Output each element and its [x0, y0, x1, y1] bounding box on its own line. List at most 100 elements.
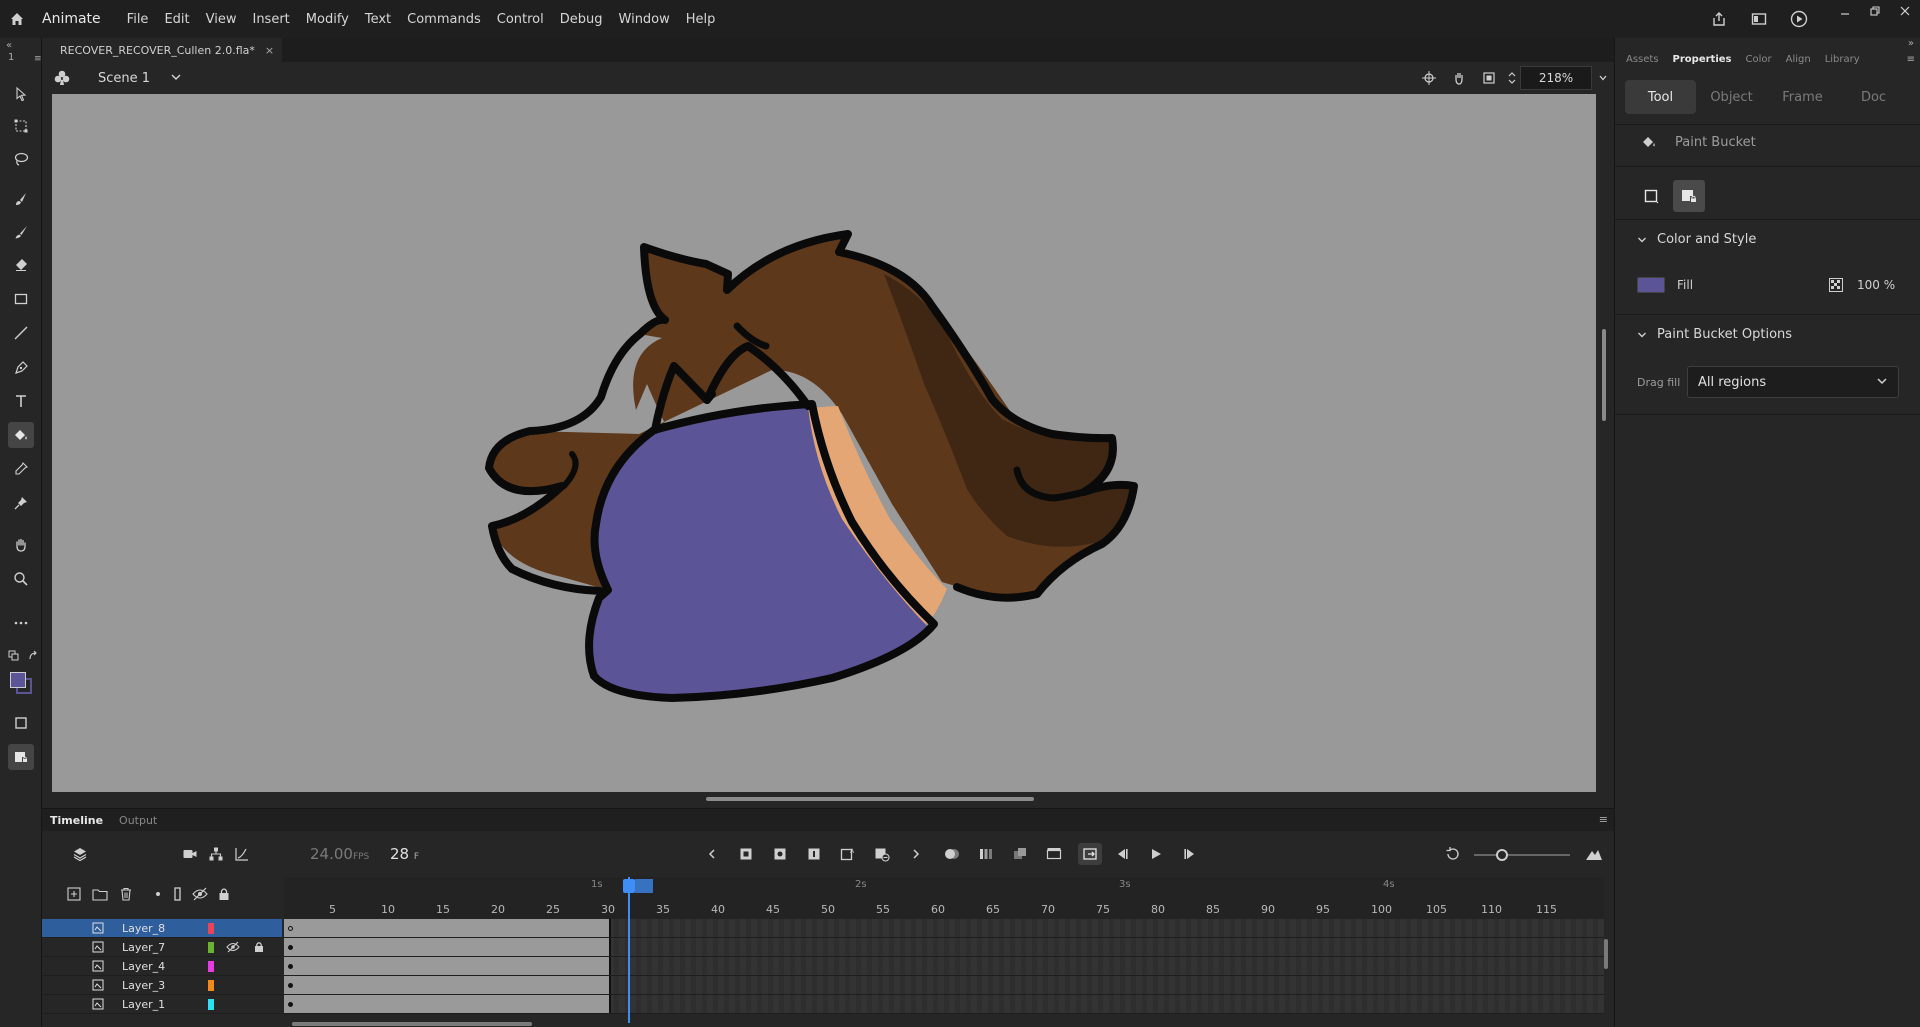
document-tab[interactable]: RECOVER_RECOVER_Cullen 2.0.fla* × [42, 38, 283, 62]
camera-icon[interactable] [178, 843, 202, 865]
rectangle-tool-icon[interactable] [8, 286, 34, 312]
menu-window[interactable]: Window [611, 12, 678, 27]
insert-frame-icon[interactable] [802, 843, 826, 865]
hand-tool-icon[interactable] [8, 532, 34, 558]
menu-modify[interactable]: Modify [298, 12, 357, 27]
more-tools-icon[interactable] [8, 610, 34, 636]
timeline-zoom-max-icon[interactable] [1582, 843, 1606, 865]
menu-edit[interactable]: Edit [156, 12, 197, 27]
bucket-options-title[interactable]: Paint Bucket Options [1657, 327, 1792, 342]
lock-fill-icon[interactable] [8, 744, 34, 770]
keyframe[interactable] [288, 983, 293, 988]
restore-icon[interactable] [1860, 0, 1890, 22]
frame-span[interactable] [284, 995, 611, 1013]
timeline-menu-icon[interactable]: ≡ [1599, 813, 1608, 826]
reset-timeline-zoom-icon[interactable] [1441, 843, 1465, 865]
menu-commands[interactable]: Commands [399, 12, 489, 27]
swap-colors-icon[interactable] [28, 650, 40, 665]
gap-size-icon[interactable] [1635, 180, 1667, 212]
alpha-checker-icon[interactable] [1829, 278, 1843, 295]
layer-parenting-icon[interactable] [204, 843, 228, 865]
tab-align[interactable]: Align [1779, 54, 1818, 65]
scene-dropdown-chevron-icon[interactable] [170, 71, 182, 86]
lasso-tool-icon[interactable] [8, 146, 34, 172]
edit-multiple-frames-icon[interactable] [1008, 843, 1032, 865]
test-movie-icon[interactable] [1784, 0, 1814, 38]
tab-properties[interactable]: Properties [1666, 54, 1739, 65]
panel-menu-icon[interactable]: ≡ [1907, 54, 1915, 65]
remove-frame-icon[interactable] [870, 843, 894, 865]
menu-insert[interactable]: Insert [244, 12, 297, 27]
outline-layers-icon[interactable] [168, 884, 188, 904]
tab-assets[interactable]: Assets [1619, 54, 1666, 65]
eraser-tool-icon[interactable] [8, 252, 34, 278]
loop-playback-icon[interactable] [1078, 843, 1102, 865]
minimize-icon[interactable] [1830, 0, 1860, 22]
previous-keyframe-icon[interactable] [700, 843, 724, 865]
brush-tool-icon[interactable] [8, 219, 34, 245]
menu-text[interactable]: Text [357, 12, 399, 27]
timeline-horizontal-scrollbar[interactable] [292, 1022, 532, 1026]
onion-skin-icon[interactable] [940, 843, 964, 865]
frame-row[interactable] [284, 976, 1604, 995]
layer-color-swatch[interactable] [208, 961, 214, 972]
keyframe[interactable] [288, 1002, 293, 1007]
frame-row[interactable] [284, 919, 1604, 938]
playhead-range-marker[interactable] [635, 879, 653, 893]
color-style-title[interactable]: Color and Style [1657, 232, 1756, 247]
play-icon[interactable] [1144, 843, 1168, 865]
clip-stage-icon[interactable] [1474, 71, 1504, 85]
blank-keyframe[interactable] [288, 926, 293, 931]
timeline-zoom-slider[interactable] [1474, 854, 1570, 856]
layers-icon[interactable] [68, 843, 92, 865]
next-keyframe-icon[interactable] [904, 843, 928, 865]
tab-tool[interactable]: Tool [1625, 80, 1696, 114]
color-style-chevron-icon[interactable] [1637, 234, 1647, 248]
tools-collapse-icon[interactable]: « [6, 40, 12, 51]
tab-frame[interactable]: Frame [1767, 80, 1838, 114]
fps-readout[interactable]: 24.00FPS [310, 845, 369, 863]
highlight-layers-icon[interactable] [148, 884, 168, 904]
layer-color-swatch[interactable] [208, 999, 214, 1010]
object-drawing-icon[interactable] [8, 710, 34, 736]
keyframe[interactable] [288, 964, 293, 969]
graph-icon[interactable] [230, 843, 254, 865]
close-window-icon[interactable] [1890, 0, 1920, 22]
stage-vertical-scrollbar[interactable] [1602, 329, 1606, 421]
new-layer-icon[interactable] [64, 884, 84, 904]
auto-keyframe-icon[interactable]: A [836, 843, 860, 865]
lock-fill-option-icon[interactable] [1673, 180, 1705, 212]
frame-span[interactable] [284, 919, 611, 937]
frame-row[interactable] [284, 957, 1604, 976]
free-transform-tool-icon[interactable] [8, 113, 34, 139]
tab-output[interactable]: Output [111, 814, 165, 827]
home-icon[interactable] [0, 0, 34, 38]
layer-row[interactable]: Layer_7 [42, 938, 282, 957]
scene-icon[interactable] [42, 69, 82, 87]
menu-debug[interactable]: Debug [552, 12, 611, 27]
fill-color-swatch[interactable] [1637, 277, 1665, 293]
tab-library[interactable]: Library [1818, 54, 1867, 65]
playhead-handle[interactable] [623, 879, 635, 893]
layer-color-swatch[interactable] [208, 942, 214, 953]
step-back-icon[interactable] [1110, 843, 1134, 865]
center-stage-icon[interactable] [1414, 71, 1444, 85]
fill-color-swatch[interactable] [10, 672, 26, 688]
text-tool-icon[interactable] [8, 388, 34, 414]
frame-span[interactable] [284, 938, 611, 956]
tab-timeline[interactable]: Timeline [42, 814, 111, 827]
pin-tool-icon[interactable] [8, 490, 34, 516]
rotate-view-icon[interactable] [1444, 70, 1474, 86]
layer-row[interactable]: Layer_3 [42, 976, 282, 995]
fluid-brush-tool-icon[interactable] [8, 186, 34, 212]
bucket-options-chevron-icon[interactable] [1637, 329, 1647, 343]
layer-row[interactable]: Layer_4 [42, 957, 282, 976]
layer-row[interactable]: Layer_1 [42, 995, 282, 1014]
tab-doc[interactable]: Doc [1838, 80, 1909, 114]
insert-keyframe-icon[interactable] [734, 843, 758, 865]
hide-all-layers-icon[interactable] [190, 884, 210, 904]
tab-color[interactable]: Color [1739, 54, 1779, 65]
keyframe[interactable] [288, 945, 293, 950]
menu-view[interactable]: View [198, 12, 245, 27]
create-classic-tween-icon[interactable] [1042, 843, 1066, 865]
